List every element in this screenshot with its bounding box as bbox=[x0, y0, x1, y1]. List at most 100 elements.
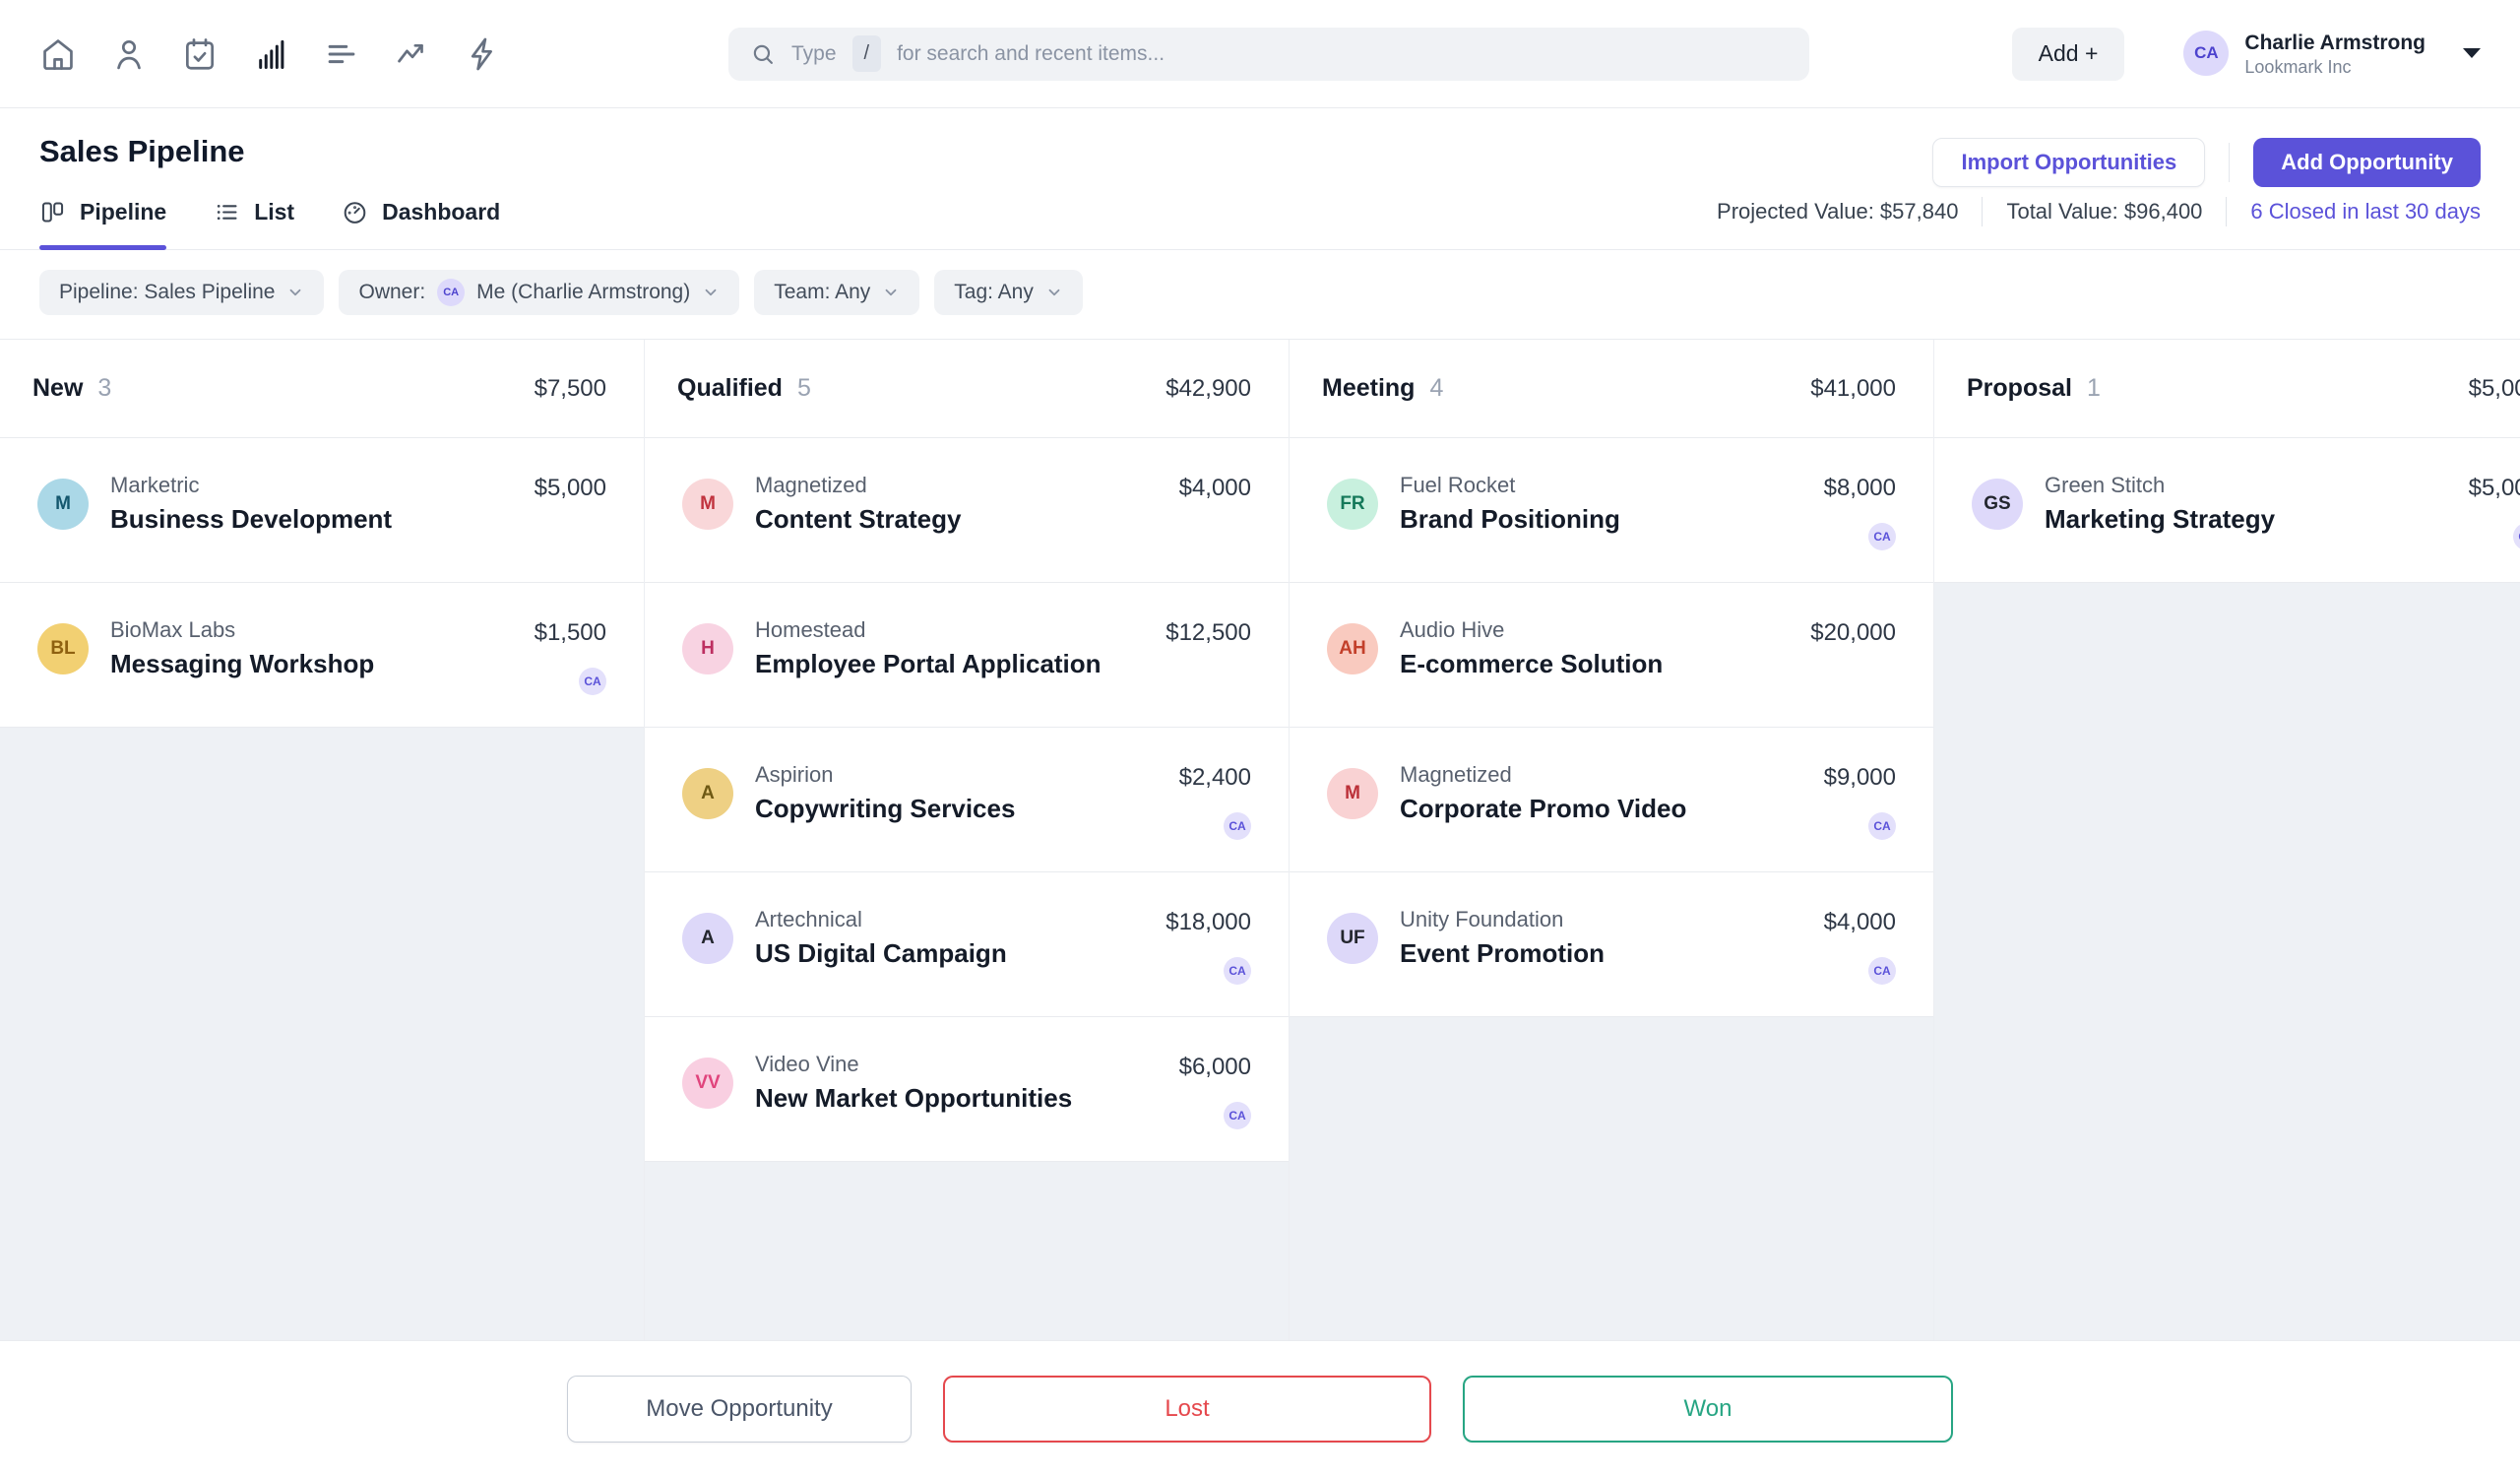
closed-deals-link[interactable]: 6 Closed in last 30 days bbox=[2250, 199, 2481, 225]
activity-icon[interactable] bbox=[394, 35, 431, 73]
tab-list[interactable]: List bbox=[214, 181, 294, 249]
contacts-icon[interactable] bbox=[110, 35, 148, 73]
opportunity-title: US Digital Campaign bbox=[755, 938, 1007, 969]
company-avatar: A bbox=[682, 768, 733, 819]
opportunity-amount: $4,000 bbox=[1824, 909, 1896, 936]
company-name: Marketric bbox=[110, 473, 199, 498]
opportunity-card[interactable]: UFUnity FoundationEvent Promotion$4,000C… bbox=[1290, 872, 1933, 1017]
opportunity-title: New Market Opportunities bbox=[755, 1083, 1072, 1114]
chevron-down-icon bbox=[2463, 48, 2481, 58]
opportunity-card[interactable]: AHAudio HiveE-commerce Solution$20,000 bbox=[1290, 583, 1933, 728]
opportunity-title: Brand Positioning bbox=[1400, 504, 1620, 535]
chevron-down-icon bbox=[286, 284, 304, 301]
user-avatar: CA bbox=[2183, 31, 2229, 76]
filter-tag[interactable]: Tag: Any bbox=[934, 270, 1083, 315]
owner-badge: CA bbox=[2513, 523, 2520, 550]
move-opportunity-button[interactable]: Move Opportunity bbox=[567, 1376, 912, 1443]
company-avatar: H bbox=[682, 623, 733, 674]
lost-button[interactable]: Lost bbox=[943, 1376, 1431, 1443]
company-name: Green Stitch bbox=[2045, 473, 2165, 498]
home-icon[interactable] bbox=[39, 35, 77, 73]
company-name: BioMax Labs bbox=[110, 617, 235, 643]
search-shortcut-key: / bbox=[852, 35, 882, 72]
calendar-check-icon[interactable] bbox=[181, 35, 219, 73]
view-tabs-row: Pipeline List Dashboard Projected Value:… bbox=[0, 181, 2520, 250]
user-name: Charlie Armstrong bbox=[2244, 30, 2426, 56]
column-header: Proposal1$5,000 bbox=[1934, 340, 2520, 438]
company-avatar: UF bbox=[1327, 913, 1378, 964]
chevron-down-icon bbox=[882, 284, 900, 301]
search-placeholder: for search and recent items... bbox=[897, 42, 1165, 66]
gauge-icon bbox=[342, 199, 368, 225]
owner-badge: CA bbox=[1868, 812, 1896, 840]
actions-divider bbox=[2229, 143, 2230, 182]
company-name: Audio Hive bbox=[1400, 617, 1504, 643]
owner-badge: CA bbox=[579, 668, 606, 695]
owner-badge: CA bbox=[1224, 1102, 1251, 1129]
company-avatar: GS bbox=[1972, 479, 2023, 530]
tab-dashboard[interactable]: Dashboard bbox=[342, 181, 500, 249]
company-name: Homestead bbox=[755, 617, 866, 643]
pipeline-column-new: New3$7,500MMarketricBusiness Development… bbox=[0, 340, 645, 1340]
opportunity-card[interactable]: MMagnetizedContent Strategy$4,000 bbox=[645, 438, 1289, 583]
column-total: $41,000 bbox=[1810, 375, 1896, 403]
opportunity-card[interactable]: GSGreen StitchMarketing Strategy$5,000CA bbox=[1934, 438, 2520, 583]
automations-bolt-icon[interactable] bbox=[465, 35, 502, 73]
opportunity-title: Copywriting Services bbox=[755, 794, 1015, 824]
column-total: $7,500 bbox=[535, 375, 606, 403]
column-total: $5,000 bbox=[2469, 375, 2520, 403]
opportunity-card[interactable]: AArtechnicalUS Digital Campaign$18,000CA bbox=[645, 872, 1289, 1017]
column-empty-area bbox=[645, 1162, 1289, 1340]
owner-avatar: CA bbox=[437, 279, 465, 306]
opportunity-card[interactable]: BLBioMax LabsMessaging Workshop$1,500CA bbox=[0, 583, 644, 728]
pipeline-column-qualified: Qualified 5 $42,900 MMagnetizedContent Stra… bbox=[645, 340, 1290, 1340]
pipeline-column-meeting: Meeting4$41,000FRFuel RocketBrand Positi… bbox=[1290, 340, 1934, 1340]
opportunity-card[interactable]: VVVideo VineNew Market Opportunities$6,0… bbox=[645, 1017, 1289, 1162]
user-menu[interactable]: CA Charlie Armstrong Lookmark Inc bbox=[2183, 30, 2481, 77]
filter-owner[interactable]: Owner: CA Me (Charlie Armstrong) bbox=[339, 270, 739, 315]
opportunity-card[interactable]: HHomesteadEmployee Portal Application$12… bbox=[645, 583, 1289, 728]
opportunity-amount: $2,400 bbox=[1179, 764, 1251, 792]
list-icon bbox=[214, 199, 240, 225]
company-name: Unity Foundation bbox=[1400, 907, 1563, 932]
company-name: Magnetized bbox=[1400, 762, 1512, 788]
column-header: New3$7,500 bbox=[0, 340, 644, 438]
column-header: Qualified 5 $42,900 bbox=[645, 340, 1289, 438]
opportunity-title: Messaging Workshop bbox=[110, 649, 374, 679]
opportunity-card[interactable]: AAspirionCopywriting Services$2,400CA bbox=[645, 728, 1289, 872]
nav-icon-group bbox=[39, 35, 502, 73]
opportunity-card[interactable]: FRFuel RocketBrand Positioning$8,000CA bbox=[1290, 438, 1933, 583]
topbar-right-group: Add + CA Charlie Armstrong Lookmark Inc bbox=[2012, 28, 2481, 81]
opportunity-title: Employee Portal Application bbox=[755, 649, 1102, 679]
owner-badge: CA bbox=[1868, 957, 1896, 985]
opportunity-amount: $5,000 bbox=[2469, 475, 2520, 502]
tab-pipeline[interactable]: Pipeline bbox=[39, 181, 166, 249]
opportunity-amount: $9,000 bbox=[1824, 764, 1896, 792]
column-count: 3 bbox=[97, 374, 111, 403]
projected-value-stat: Projected Value: $57,840 bbox=[1717, 199, 1958, 225]
import-opportunities-button[interactable]: Import Opportunities bbox=[1932, 138, 2205, 187]
opportunity-amount: $6,000 bbox=[1179, 1054, 1251, 1081]
add-opportunity-button[interactable]: Add Opportunity bbox=[2253, 138, 2481, 187]
owner-badge: CA bbox=[1224, 957, 1251, 985]
pipeline-stats: Projected Value: $57,840 Total Value: $9… bbox=[1717, 197, 2481, 234]
company-avatar: VV bbox=[682, 1058, 733, 1109]
column-count: 5 bbox=[797, 374, 811, 403]
won-button[interactable]: Won bbox=[1463, 1376, 1953, 1443]
filter-bar: Pipeline: Sales Pipeline Owner: CA Me (C… bbox=[0, 250, 2520, 339]
filter-team[interactable]: Team: Any bbox=[754, 270, 919, 315]
notes-icon[interactable] bbox=[323, 35, 360, 73]
global-add-button[interactable]: Add + bbox=[2012, 28, 2125, 81]
column-name: Qualified bbox=[677, 374, 783, 403]
company-avatar: AH bbox=[1327, 623, 1378, 674]
column-name: Proposal bbox=[1967, 374, 2072, 403]
filter-pipeline[interactable]: Pipeline: Sales Pipeline bbox=[39, 270, 324, 315]
chevron-down-icon bbox=[1045, 284, 1063, 301]
opportunity-card[interactable]: MMagnetizedCorporate Promo Video$9,000CA bbox=[1290, 728, 1933, 872]
opportunity-amount: $18,000 bbox=[1166, 909, 1251, 936]
opportunity-card[interactable]: MMarketricBusiness Development$5,000 bbox=[0, 438, 644, 583]
column-total: $42,900 bbox=[1166, 375, 1251, 403]
owner-badge: CA bbox=[1224, 812, 1251, 840]
pipeline-chart-icon[interactable] bbox=[252, 35, 289, 73]
global-search-input[interactable]: Type / for search and recent items... bbox=[728, 28, 1809, 81]
